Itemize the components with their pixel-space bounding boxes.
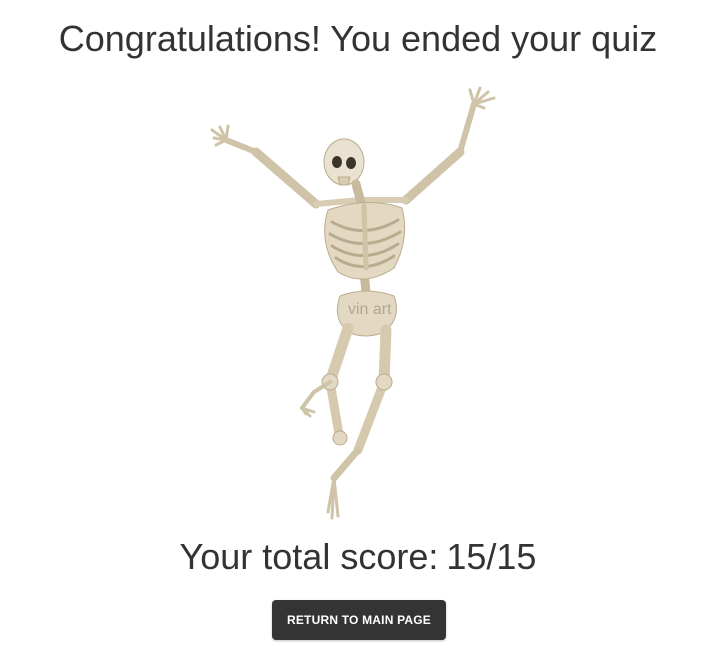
- return-to-main-page-button[interactable]: RETURN TO MAIN PAGE: [272, 600, 446, 640]
- skeleton-illustration: vin art: [198, 82, 518, 532]
- score-line: Your total score: 15/15: [0, 536, 716, 578]
- score-value: 15/15: [446, 536, 537, 577]
- page-title: Congratulations! You ended your quiz: [58, 18, 658, 59]
- score-label: Your total score:: [179, 536, 439, 577]
- watermark-text: vin art: [348, 301, 392, 318]
- dancing-skeleton-icon: vin art: [210, 86, 496, 520]
